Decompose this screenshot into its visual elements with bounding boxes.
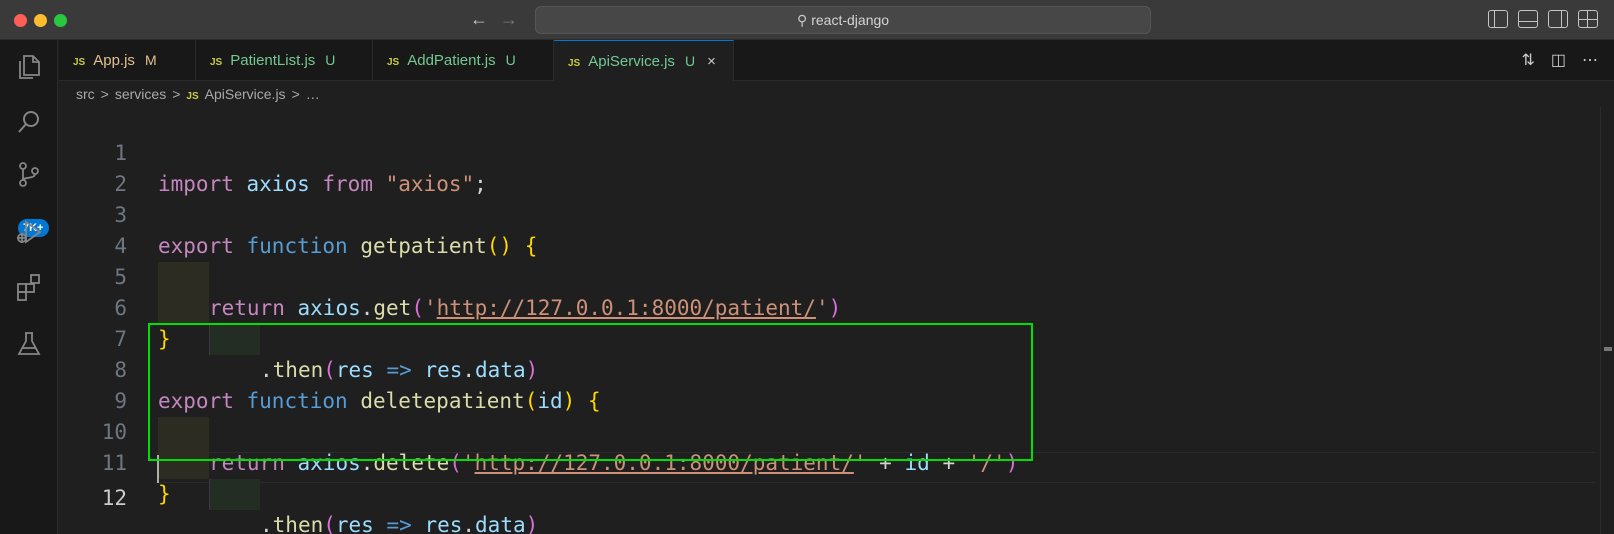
extensions-icon[interactable] — [14, 272, 44, 302]
indent-guide — [209, 479, 260, 510]
code-line: 4 return axios.get('http://127.0.0.1:800… — [59, 200, 1559, 320]
breadcrumb-symbols[interactable]: … — [306, 86, 320, 102]
tab-label: PatientList.js — [230, 52, 316, 69]
close-window-button[interactable] — [14, 14, 27, 27]
breadcrumb-services[interactable]: services — [115, 86, 166, 102]
search-icon: ⚲ — [796, 12, 808, 28]
tab-app-js[interactable]: JS App.js M — [59, 40, 196, 81]
tab-status: M — [144, 52, 157, 68]
tab-status: U — [505, 52, 516, 68]
editor-actions: ⇅ ◫ ⋯ — [1521, 50, 1598, 70]
chevron-right-icon: > — [100, 86, 109, 102]
tab-label: AddPatient.js — [407, 52, 496, 69]
breadcrumb-file[interactable]: ApiService.js — [205, 86, 286, 102]
editor-scrollbar[interactable] — [1600, 107, 1614, 534]
more-actions-icon[interactable]: ⋯ — [1582, 50, 1598, 70]
code-line: 2 — [59, 138, 1559, 196]
code-editor[interactable]: 1 import axios from "axios"; 2 3 export … — [59, 107, 1614, 534]
activity-bar: 7K+ — [0, 40, 58, 534]
js-file-icon: JS — [186, 91, 199, 102]
testing-icon[interactable] — [14, 329, 44, 359]
explorer-icon[interactable] — [14, 52, 44, 82]
close-icon[interactable]: × — [707, 53, 716, 70]
search-icon[interactable] — [14, 107, 44, 137]
compare-changes-icon[interactable]: ⇅ — [1521, 50, 1534, 70]
tab-addpatient-js[interactable]: JS AddPatient.js U — [373, 40, 554, 81]
title-bar: ← → ⚲ react-django — [0, 0, 1614, 40]
code-line: 6 } — [59, 262, 1559, 351]
breadcrumb: src > services > JS ApiService.js > … — [59, 81, 320, 107]
source-control-icon[interactable] — [14, 160, 44, 190]
js-file-icon: JS — [387, 57, 400, 68]
maximize-window-button[interactable] — [54, 14, 67, 27]
code-line: 3 export function getpatient() { — [59, 169, 1559, 258]
js-file-icon: JS — [210, 57, 223, 68]
run-debug-icon[interactable] — [14, 217, 44, 247]
js-file-icon: JS — [568, 58, 581, 69]
annotation-highlight-box — [148, 323, 1033, 461]
tab-patientlist-js[interactable]: JS PatientList.js U — [196, 40, 373, 81]
scrollbar-marker — [1604, 347, 1612, 351]
tab-status: U — [684, 53, 696, 69]
forward-arrow-icon[interactable]: → — [498, 8, 520, 30]
tab-status: U — [325, 52, 336, 68]
line-number: 12 — [101, 486, 127, 510]
toggle-primary-sidebar-icon[interactable] — [1488, 10, 1508, 28]
toggle-secondary-sidebar-icon[interactable] — [1548, 10, 1568, 28]
workspace-name: react-django — [811, 12, 890, 28]
code-line: 5 .then(res => res.data) — [59, 231, 1559, 382]
editor-tab-bar: JS App.js M JS PatientList.js U JS AddPatient… — [59, 40, 1614, 82]
tab-apiservice-js[interactable]: JS ApiService.js U × — [554, 40, 734, 82]
back-arrow-icon[interactable]: ← — [468, 8, 490, 30]
code-line: 1 import axios from "axios"; — [59, 107, 1559, 196]
minimize-window-button[interactable] — [34, 14, 47, 27]
toggle-panel-icon[interactable] — [1518, 10, 1538, 28]
command-center-search[interactable]: ⚲ react-django — [535, 6, 1151, 34]
layout-controls — [1488, 10, 1598, 28]
tab-label: App.js — [93, 52, 135, 69]
split-editor-icon[interactable]: ◫ — [1551, 50, 1566, 70]
chevron-right-icon: > — [172, 86, 181, 102]
js-file-icon: JS — [73, 57, 86, 68]
breadcrumb-src[interactable]: src — [76, 86, 95, 102]
tab-label: ApiService.js — [588, 53, 675, 70]
chevron-right-icon: > — [291, 86, 300, 102]
customize-layout-icon[interactable] — [1578, 10, 1598, 28]
code-line: 7 — [59, 293, 1559, 351]
